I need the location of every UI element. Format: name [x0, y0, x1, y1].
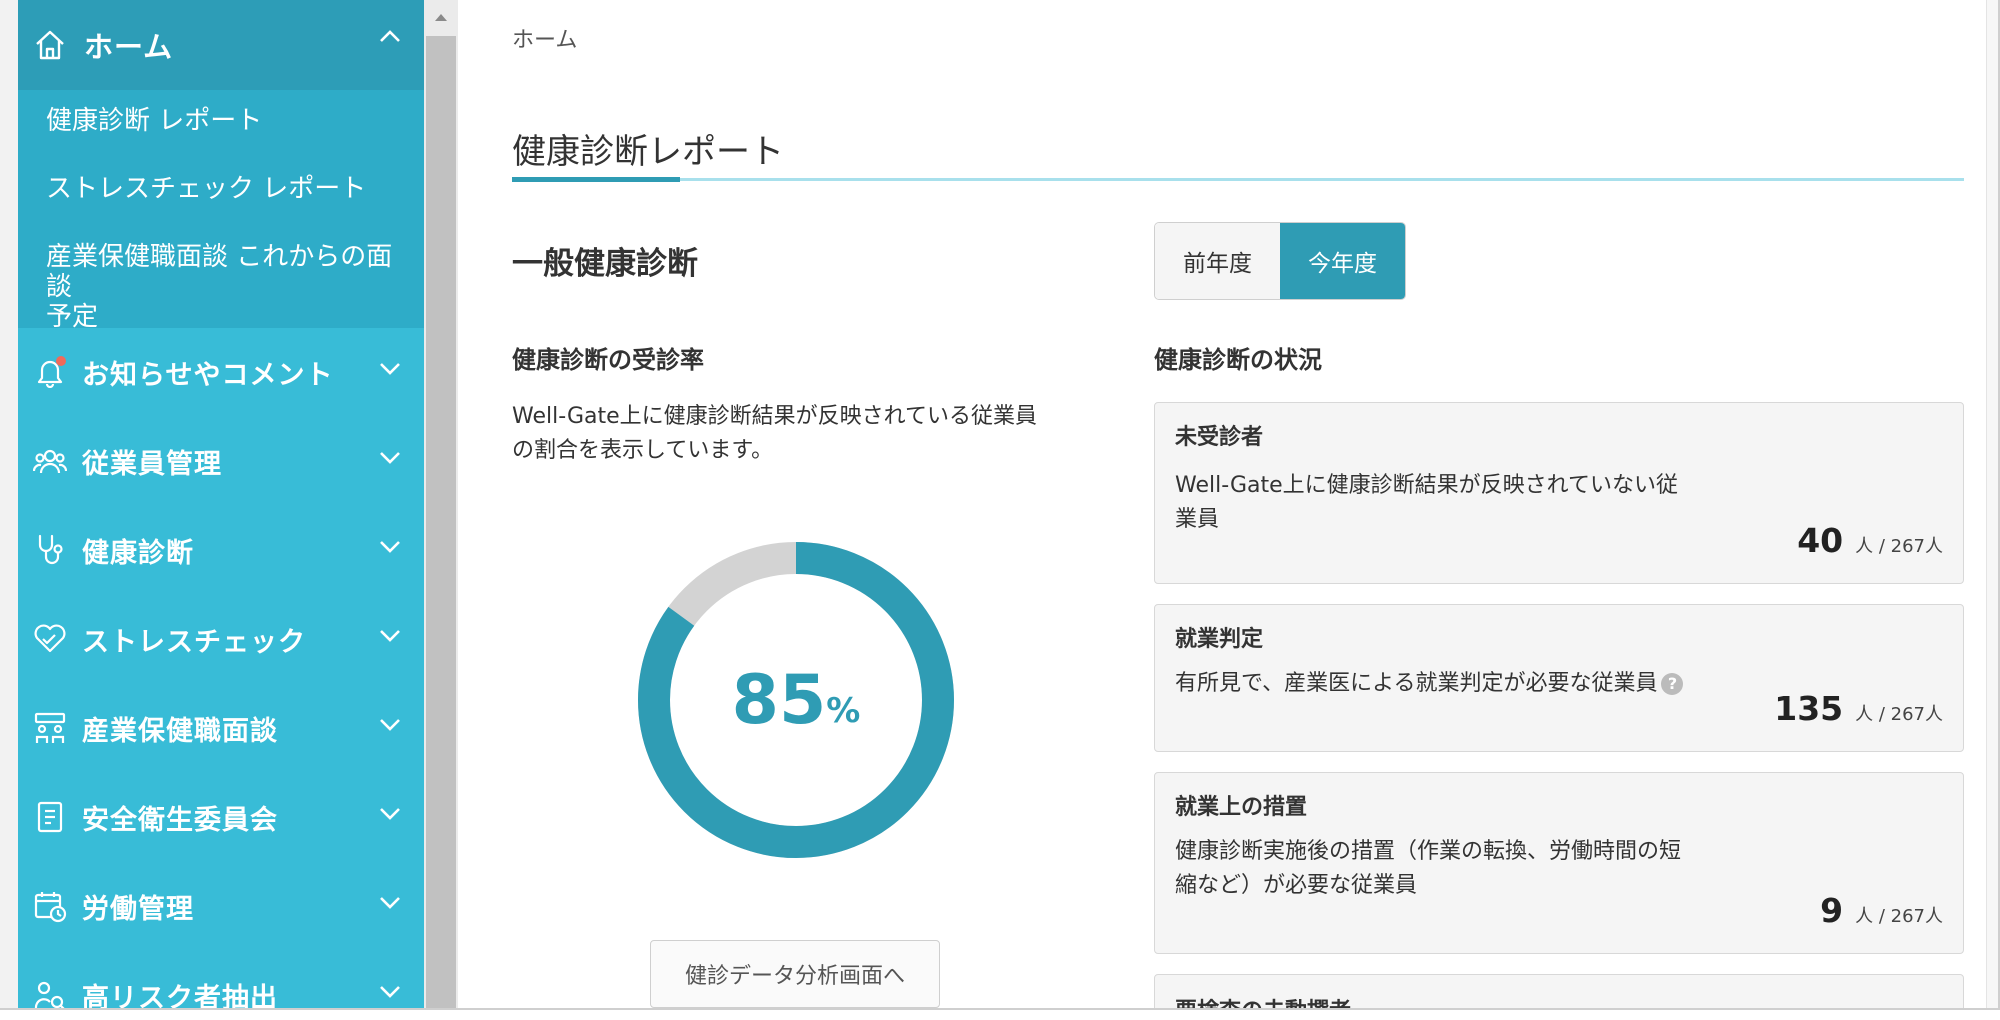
chevron-down-icon [378, 449, 402, 469]
status-card-title: 未受診者 [1175, 425, 1264, 450]
sidebar-subitem-interview-schedule[interactable]: 産業保健職面談 これからの面談 予定 [46, 242, 416, 332]
status-card-description-line1: Well-Gate上に健康診断結果が反映されていない従 [1175, 473, 1678, 498]
chevron-up-icon[interactable] [378, 28, 402, 48]
checkup-rate-description: Well-Gate上に健康診断結果が反映されている従業員 の割合を表示しています… [512, 400, 1082, 468]
people-icon [32, 443, 68, 479]
title-underline [512, 178, 1964, 181]
status-card-description-line2: 縮など）が必要な従業員 [1175, 873, 1418, 898]
document-icon [32, 799, 68, 835]
chevron-down-icon [378, 983, 402, 1003]
checkup-rate-description-line1: Well-Gate上に健康診断結果が反映されている従業員 [512, 404, 1037, 429]
checkup-rate-unit: % [826, 691, 861, 731]
status-card-count: 135 [1774, 689, 1844, 728]
chevron-down-icon [378, 894, 402, 914]
status-card-stat: 135 人 / 267人 [1774, 689, 1943, 728]
status-card-count: 9 [1820, 891, 1844, 930]
status-card-title: 要検査の未動撰者 [1175, 993, 1351, 1008]
notification-dot [56, 356, 66, 366]
sidebar-item-label: お知らせやコメント [82, 359, 334, 391]
sidebar-item-label: 健康診断 [82, 537, 194, 569]
page-title: 健康診断レポート [512, 132, 784, 172]
status-card-stat: 40 人 / 267人 [1797, 521, 1943, 560]
checkup-rate-value: 85% [636, 540, 956, 860]
sidebar-item-occupational-interview[interactable]: 産業保健職面談 [18, 684, 424, 772]
status-card-unit: 人 / 267人 [1855, 536, 1943, 557]
person-search-icon [32, 977, 68, 1008]
meeting-icon [32, 710, 68, 746]
sidebar-item-stress-check[interactable]: ストレスチェック [18, 595, 424, 683]
sidebar-item-label: ホーム [84, 30, 174, 64]
sidebar-item-health-checkup[interactable]: 健康診断 [18, 506, 424, 594]
heart-icon [32, 621, 68, 657]
checkup-status-heading: 健康診断の状況 [1154, 346, 1322, 374]
bell-icon [32, 354, 68, 390]
sidebar-subitem-stress-report[interactable]: ストレスチェック レポート [46, 174, 416, 204]
sidebar-item-label: 産業保健職面談 [82, 715, 278, 747]
status-card-description-line2: 業員 [1175, 507, 1220, 532]
sidebar-item-labor-management[interactable]: 労働管理 [18, 862, 424, 950]
scroll-up-arrow-icon[interactable] [424, 0, 458, 34]
current-year-button[interactable]: 今年度 [1280, 223, 1405, 299]
status-card-work-measures: 就業上の措置 健康診断実施後の措置（作業の転換、労働時間の短 縮など）が必要な従… [1154, 772, 1964, 954]
sidebar-item-employees[interactable]: 従業員管理 [18, 417, 424, 505]
sidebar-scrollbar[interactable] [424, 0, 458, 1008]
status-card-stat: 9 人 / 267人 [1820, 891, 1943, 930]
analysis-screen-button[interactable]: 健診データ分析画面へ [650, 940, 940, 1008]
chevron-down-icon [378, 538, 402, 558]
app-window: ホーム 健康診断 レポート ストレスチェック レポート 産業保健職面談 これから… [0, 0, 2000, 1010]
sidebar-item-notifications[interactable]: お知らせやコメント [18, 328, 424, 416]
status-card-title: 就業判定 [1175, 627, 1264, 652]
sidebar-item-high-risk-extraction[interactable]: 高リスク者抽出 [18, 951, 424, 1010]
sidebar: ホーム 健康診断 レポート ストレスチェック レポート 産業保健職面談 これから… [18, 0, 424, 1010]
status-card-description: 健康診断実施後の措置（作業の転換、労働時間の短 縮など）が必要な従業員 [1175, 835, 1735, 903]
checkup-rate-description-line2: の割合を表示しています。 [512, 438, 774, 463]
sidebar-item-safety-committee[interactable]: 安全衛生委員会 [18, 773, 424, 861]
home-icon [32, 27, 68, 63]
calendar-clock-icon [32, 888, 68, 924]
chevron-down-icon [378, 627, 402, 647]
sidebar-item-label: 労働管理 [82, 893, 194, 925]
sidebar-item-label: 安全衛生委員会 [82, 804, 278, 836]
scrollbar-thumb[interactable] [426, 36, 456, 1008]
status-card-count: 40 [1797, 521, 1844, 560]
chevron-down-icon [378, 805, 402, 825]
sidebar-item-label: 高リスク者抽出 [82, 982, 278, 1010]
status-card-work-judgment: 就業判定 有所見で、産業医による就業判定が必要な従業員? 135 人 / 267… [1154, 604, 1964, 752]
stethoscope-icon [32, 532, 68, 568]
sidebar-item-label: 従業員管理 [82, 448, 222, 480]
chevron-down-icon [378, 716, 402, 736]
year-toggle: 前年度 今年度 [1154, 222, 1406, 300]
window-left-edge [0, 0, 18, 1008]
sidebar-submenu-home: 健康診断 レポート ストレスチェック レポート 産業保健職面談 これからの面談 … [18, 90, 424, 332]
status-card-description-line1: 有所見で、産業医による就業判定が必要な従業員 [1175, 671, 1658, 696]
checkup-rate-number: 85 [731, 660, 827, 740]
sidebar-subitem-health-report[interactable]: 健康診断 レポート [46, 106, 416, 136]
chevron-down-icon [378, 360, 402, 380]
status-card-unit: 人 / 267人 [1855, 704, 1943, 725]
status-card-description: Well-Gate上に健康診断結果が反映されていない従 業員 [1175, 469, 1735, 537]
status-card-unexamined: 未受診者 Well-Gate上に健康診断結果が反映されていない従 業員 40 人… [1154, 402, 1964, 584]
sidebar-item-home[interactable]: ホーム [18, 0, 424, 90]
main-content: ホーム 健康診断レポート 一般健康診断 前年度 今年度 健康診断の受診率 Wel… [458, 0, 1998, 1008]
sidebar-item-label: ストレスチェック [82, 626, 306, 658]
status-card-description: 有所見で、産業医による就業判定が必要な従業員? [1175, 667, 1775, 701]
breadcrumb[interactable]: ホーム [512, 22, 577, 54]
status-card-unit: 人 / 267人 [1855, 906, 1943, 927]
section-title: 一般健康診断 [512, 246, 698, 282]
title-underline-accent [512, 177, 680, 182]
help-icon[interactable]: ? [1661, 673, 1684, 695]
status-card-description-line1: 健康診断実施後の措置（作業の転換、労働時間の短 [1175, 839, 1682, 864]
window-right-edge [1986, 0, 1998, 1008]
checkup-rate-heading: 健康診断の受診率 [512, 346, 704, 374]
status-card-reexam-unvisited: 要検査の未動撰者 [1154, 974, 1964, 1008]
sidebar-subitem-label-line1: 産業保健職面談 これからの面談 [46, 242, 393, 302]
status-card-title: 就業上の措置 [1175, 795, 1308, 820]
previous-year-button[interactable]: 前年度 [1155, 223, 1280, 299]
